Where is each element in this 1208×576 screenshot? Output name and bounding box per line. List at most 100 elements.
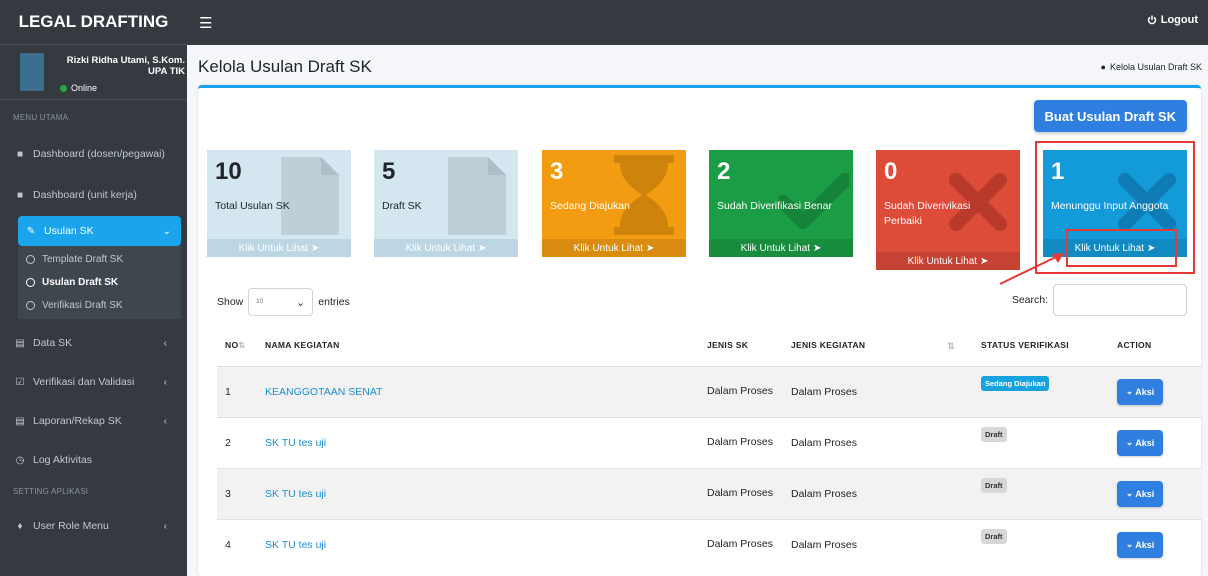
arrow-circle-right-icon: ➤ <box>980 255 989 267</box>
kegiatan-link[interactable]: SK TU tes uji <box>265 437 326 449</box>
chevron-down-icon: ⌄ <box>296 296 306 309</box>
column-header-status[interactable]: STATUS VERIFIKASI <box>973 325 1109 367</box>
subitem-template-draft[interactable]: Template Draft SK <box>18 248 181 271</box>
header-label: JENIS KEGIATAN <box>791 340 866 351</box>
nav-header-main: MENU UTAMA <box>13 112 69 122</box>
usulan-submenu: Template Draft SK Usulan Draft SK Verifi… <box>18 246 181 319</box>
stat-box-total[interactable]: 10 Total Usulan SK Klik Untuk Lihat ➤ <box>207 150 351 257</box>
aksi-button[interactable]: ⌄ Aksi <box>1117 429 1163 456</box>
footer-label: Klik Untuk Lihat <box>238 242 309 254</box>
create-draft-button[interactable]: Buat Usulan Draft SK <box>1033 100 1187 132</box>
sidebar-item-dashboard-unit[interactable]: ■ Dashboard (unit kerja) <box>0 179 187 211</box>
arrow-circle-right-icon: ➤ <box>311 242 320 254</box>
logout-button[interactable]: Logout <box>1147 14 1198 26</box>
aksi-label: Aksi <box>1135 488 1155 499</box>
aksi-label: Aksi <box>1135 386 1155 397</box>
table-row: 3 SK TU tes uji Dalam Proses Dalam Prose… <box>217 468 1202 519</box>
cell-no: 3 <box>225 487 231 500</box>
main-content: Kelola Usulan Draft SK ● Kelola Usulan D… <box>187 45 1208 576</box>
kegiatan-link[interactable]: KEANGGOTAAN SENAT <box>265 386 382 398</box>
kegiatan-link[interactable]: SK TU tes uji <box>265 488 326 500</box>
header-label: NO <box>225 340 239 351</box>
menu-toggle-icon[interactable]: ☰ <box>199 14 212 32</box>
stat-footer-link[interactable]: Klik Untuk Lihat ➤ <box>207 239 351 257</box>
stat-number: 2 <box>717 158 731 185</box>
top-navbar: LEGAL DRAFTING ☰ Logout <box>0 0 1208 45</box>
table-row: 2 SK TU tes uji Dalam Proses Dalam Prose… <box>217 417 1202 468</box>
chevron-left-icon: ‹ <box>163 415 167 427</box>
circle-icon <box>26 301 35 310</box>
clock-icon: ◷ <box>15 454 25 466</box>
cell-jenis-sk: Dalam Proses <box>707 385 773 397</box>
search-input[interactable] <box>1053 284 1187 316</box>
status-badge: Sedang Diajukan <box>981 376 1050 391</box>
column-header-no[interactable]: NO⇅ <box>217 325 257 367</box>
column-header-jenis-kegiatan[interactable]: JENIS KEGIATAN ⇅ <box>783 325 973 367</box>
sort-icon: ⇅ <box>238 341 246 351</box>
aksi-button[interactable]: ⌄ Aksi <box>1117 378 1163 405</box>
aksi-button[interactable]: ⌄ Aksi <box>1117 480 1163 507</box>
edit-icon: ✎ <box>26 225 36 237</box>
chevron-down-icon: ⌄ <box>1125 386 1134 396</box>
aksi-button[interactable]: ⌄ Aksi <box>1117 531 1163 558</box>
sidebar-item-data-sk[interactable]: ▤ Data SK ‹ <box>0 327 187 359</box>
stat-label: Sedang Diajukan <box>550 200 630 212</box>
stat-box-draft[interactable]: 5 Draft SK Klik Untuk Lihat ➤ <box>374 150 518 257</box>
stat-footer-link[interactable]: Klik Untuk Lihat ➤ <box>709 239 853 257</box>
stat-footer-link[interactable]: Klik Untuk Lihat ➤ <box>374 239 518 257</box>
sidebar-item-user-role[interactable]: ♦ User Role Menu ‹ <box>0 510 187 542</box>
chevron-left-icon: ‹ <box>163 520 167 532</box>
stat-box-diajukan[interactable]: 3 Sedang Diajukan Klik Untuk Lihat ➤ <box>542 150 686 257</box>
footer-label: Klik Untuk Lihat <box>907 255 978 267</box>
stat-box-verif-benar[interactable]: 2 Sudah Diverifikasi Benar Klik Untuk Li… <box>709 150 853 257</box>
sidebar-item-label: Data SK <box>33 337 73 349</box>
file-bg-icon <box>281 157 339 235</box>
chevron-down-icon: ⌄ <box>162 225 171 237</box>
stat-number: 5 <box>382 158 396 185</box>
sidebar-item-verifikasi[interactable]: ☑ Verifikasi dan Validasi ‹ <box>0 366 187 398</box>
status-badge: Draft <box>981 529 1007 545</box>
tags-icon: ♦ <box>17 520 23 532</box>
sidebar-item-label: Dashboard (unit kerja) <box>33 189 137 201</box>
cell-jenis-kegiatan: Dalam Proses <box>791 385 857 398</box>
cell-jenis-kegiatan: Dalam Proses <box>791 436 857 449</box>
annotation-arrow-icon <box>999 253 1064 285</box>
page-size-select[interactable]: 10 ⌄ <box>248 288 314 316</box>
chevron-down-icon: ⌄ <box>1125 539 1134 550</box>
brand-logo[interactable]: LEGAL DRAFTING <box>0 0 187 45</box>
check-square-icon: ☑ <box>15 376 25 388</box>
cell-jenis-sk: Dalam Proses <box>707 436 773 448</box>
arrow-circle-right-icon: ➤ <box>646 242 655 254</box>
chevron-down-icon: ⌄ <box>1125 488 1134 498</box>
usulan-table: NO⇅ NAMA KEGIATAN JENIS SK JENIS KEGIATA… <box>217 325 1202 570</box>
column-header-action[interactable]: ACTION <box>1109 325 1202 367</box>
sort-icon: ⇅ <box>947 341 955 351</box>
sidebar-item-laporan[interactable]: ▤ Laporan/Rekap SK ‹ <box>0 405 187 437</box>
subitem-usulan-draft[interactable]: Usulan Draft SK <box>18 271 181 294</box>
subitem-verifikasi-draft[interactable]: Verifikasi Draft SK <box>18 294 181 317</box>
table-row: 1 KEANGGOTAAN SENAT Dalam Proses Dalam P… <box>217 366 1202 417</box>
circle-icon <box>26 255 35 264</box>
cell-jenis-sk: Dalam Proses <box>707 538 773 551</box>
user-name[interactable]: Rizki Ridha Utami, S.Kom. UPA TIK <box>60 55 185 77</box>
arrow-circle-right-icon: ➤ <box>478 242 487 254</box>
power-icon <box>1147 15 1156 25</box>
sidebar-item-usulan-sk[interactable]: ✎ Usulan SK ⌄ <box>18 216 181 246</box>
document-icon: ▤ <box>15 415 25 427</box>
breadcrumb-item[interactable]: Kelola Usulan Draft SK <box>1110 62 1202 72</box>
page-size-value: 10 <box>256 299 263 305</box>
user-status-label: Online <box>71 83 98 93</box>
avatar[interactable] <box>20 53 44 91</box>
column-header-nama[interactable]: NAMA KEGIATAN <box>257 325 699 367</box>
stat-label: Draft SK <box>382 200 422 212</box>
table-row: 4 SK TU tes uji Dalam Proses Dalam Prose… <box>217 519 1202 570</box>
page-title: Kelola Usulan Draft SK <box>198 57 372 76</box>
stat-footer-link[interactable]: Klik Untuk Lihat ➤ <box>542 239 686 257</box>
subitem-label: Template Draft SK <box>42 254 124 265</box>
show-label: Show <box>217 296 244 308</box>
kegiatan-link[interactable]: SK TU tes uji <box>265 539 326 551</box>
column-header-jenis-sk[interactable]: JENIS SK <box>699 325 783 367</box>
sidebar-item-log-aktivitas[interactable]: ◷ Log Aktivitas <box>0 444 187 476</box>
sidebar-item-dashboard-dosen[interactable]: ■ Dashboard (dosen/pegawai) <box>0 138 187 170</box>
sidebar-item-label: Usulan SK <box>44 225 94 237</box>
